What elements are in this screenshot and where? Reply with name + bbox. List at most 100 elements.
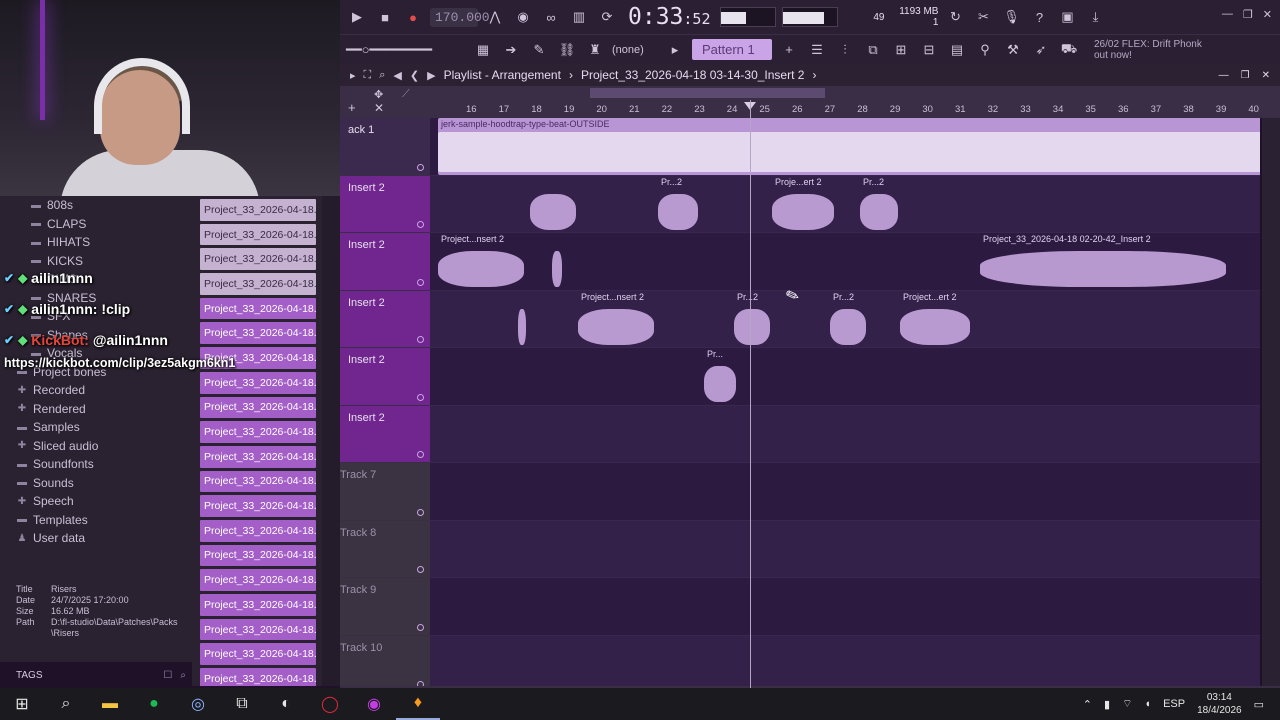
project-file-item[interactable]: Project_33_2026-04-18... (200, 421, 316, 443)
nav-right-icon[interactable]: ▶ (427, 69, 435, 82)
help-icon[interactable]: ? (1028, 6, 1050, 28)
audio-clip[interactable] (552, 233, 562, 290)
track-mute-icon[interactable] (417, 566, 424, 573)
opera-icon[interactable]: ◯ (308, 688, 352, 720)
pattern-prev-icon[interactable]: ▸ (664, 39, 686, 61)
tempo-display[interactable]: 170.000 (430, 7, 490, 27)
track-header[interactable]: Insert 2 (340, 233, 430, 291)
audio-clip[interactable]: Project_33_2026-04-18 02-20-42_Insert 2 (980, 233, 1226, 290)
pattern-selector[interactable]: (none) (612, 44, 658, 56)
track-header[interactable]: Track 9 (340, 578, 430, 636)
file-explorer-icon[interactable]: ▬ (88, 688, 132, 720)
audio-clip[interactable]: Proje...ert 2 (772, 176, 834, 233)
arrangement-lanes[interactable]: jerk-sample-hoodtrap-type-beat-OUTSIDE Pr… (430, 118, 1260, 688)
audio-clip[interactable]: Pr...2 (830, 291, 866, 348)
track-mute-icon[interactable] (417, 278, 424, 286)
nav-left-icon[interactable]: ❮ (410, 69, 419, 82)
browser-item[interactable]: ▬ 808s (0, 196, 192, 215)
project-file-item[interactable]: Project_33_2026-04-18... (200, 223, 316, 246)
track-lane[interactable] (430, 405, 1260, 463)
wait-icon[interactable]: ◉ (512, 6, 534, 28)
close-icon[interactable]: ✕ (1263, 8, 1272, 21)
browser-item[interactable]: ♟ User data (0, 529, 192, 548)
master-volume-knob-icon[interactable]: ━━○━━━━━━━━ (346, 39, 466, 61)
speaker-icon[interactable]: ◀ (393, 69, 401, 82)
browser-item[interactable]: ▬ Samples (0, 418, 192, 437)
link-icon[interactable]: ⛓ (556, 39, 578, 61)
add-pattern-icon[interactable]: + (778, 39, 800, 61)
obs-icon[interactable]: ◐ (264, 688, 308, 720)
stamp-icon[interactable]: ♜ (584, 39, 606, 61)
audio-clip[interactable] (530, 176, 576, 233)
notifications-icon[interactable]: ▭ (1254, 698, 1264, 711)
audio-clip[interactable]: jerk-sample-hoodtrap-type-beat-OUTSIDE (438, 118, 1260, 175)
pencil-icon[interactable]: ✎ (528, 39, 550, 61)
capcut-icon[interactable]: ⧉ (220, 688, 264, 720)
tray-expand-icon[interactable]: ⌃ (1083, 698, 1092, 711)
project-file-item[interactable]: Project_33_2026-04-18... (200, 519, 316, 542)
audio-clip[interactable] (518, 291, 526, 348)
track-mute-icon[interactable] (417, 508, 424, 516)
refresh-icon[interactable]: ↻ (944, 6, 966, 28)
audio-clip[interactable]: Project...ert 2 (900, 291, 970, 348)
track-header[interactable]: Track 10 (340, 635, 430, 693)
track-header[interactable]: Track 7 (340, 463, 430, 521)
track-mute-icon[interactable] (417, 221, 424, 228)
loop-region[interactable] (590, 88, 825, 98)
track-lane[interactable] (430, 463, 1260, 521)
project-file-item[interactable]: Project_33_2026-04-18... (200, 643, 316, 666)
plugin-icon[interactable]: ⊞ (890, 39, 912, 61)
minimize-icon[interactable]: — (1222, 8, 1233, 21)
piano-icon[interactable]: ▦ (472, 39, 494, 61)
track-header[interactable]: Insert 2 (340, 405, 430, 463)
tag-edit-icon[interactable]: ☐ (163, 670, 172, 681)
track-lane[interactable] (430, 578, 1260, 636)
browser-item[interactable]: ✚ Speech (0, 492, 192, 511)
project-file-item[interactable]: Project_33_2026-04-18... (200, 396, 316, 419)
track-header[interactable]: Insert 2 (340, 175, 430, 233)
step-icon[interactable]: ▥ (568, 6, 590, 28)
track-header[interactable]: ack 1 (340, 118, 430, 176)
export-icon[interactable]: ⤓ (1084, 6, 1106, 28)
play-icon[interactable]: ▶ (346, 6, 368, 28)
browser-item[interactable]: ▬ CLAPS (0, 215, 192, 234)
news-ticker[interactable]: 26/02 FLEX: Drift Phonk out now! (1094, 39, 1214, 61)
loop-icon[interactable]: ⟳ (596, 6, 618, 28)
playlist-menu-icon[interactable]: ▸ (350, 69, 356, 82)
browser-item[interactable]: ▬ HIHATS (0, 233, 192, 252)
tray-mic-icon[interactable]: ▮ (1104, 698, 1110, 711)
playlist-restore-icon[interactable]: ❐ (1241, 70, 1250, 81)
project-file-item[interactable]: Project_33_2026-04-18... (200, 544, 316, 567)
delete-track-icon[interactable]: ✕ (374, 101, 384, 115)
stop-icon[interactable]: ■ (374, 6, 396, 28)
plug-icon[interactable]: ⚲ (974, 39, 996, 61)
timeline-ruler[interactable]: 16 17 18 19 20 21 22 23 24 25 26 27 28 29 30 31 32 33 34 35… (430, 86, 1280, 118)
record-icon[interactable]: ● (402, 6, 424, 28)
fullscreen-icon[interactable]: ⛶ (364, 69, 372, 82)
audio-clip[interactable]: Pr... (704, 348, 736, 405)
browser-item[interactable]: ▬ Templates (0, 511, 192, 530)
save-icon[interactable]: ▣ (1056, 6, 1078, 28)
track-header[interactable]: Insert 2 (340, 290, 430, 348)
audio-clip[interactable]: Project...nsert 2 (578, 291, 654, 348)
channel-rack-icon[interactable]: ⫶ (834, 39, 856, 61)
restore-icon[interactable]: ❐ (1243, 8, 1253, 21)
playlist-scrollbar[interactable] (1262, 118, 1280, 688)
magnifier-icon[interactable]: ⌕ (379, 69, 385, 82)
project-file-item[interactable]: Project_33_2026-04-18... (200, 199, 316, 221)
project-file-item[interactable]: Project_33_2026-04-18... (200, 371, 316, 394)
file-icon[interactable]: ▤ (946, 39, 968, 61)
playlist-icon[interactable]: ☰ (806, 39, 828, 61)
browser-item[interactable]: ✚ Rendered (0, 400, 192, 419)
project-file-item[interactable]: Project_33_2026-04-18... (200, 445, 316, 468)
audio-clip[interactable]: Project...nsert 2 (438, 233, 524, 290)
arrow-icon[interactable]: ➔ (500, 39, 522, 61)
chat-link[interactable]: https://kickbot.com/clip/3ez5akgm6kn1 (4, 355, 344, 371)
tray-language[interactable]: ESP (1163, 698, 1185, 710)
project-file-item[interactable]: Project_33_2026-04-18... (200, 495, 316, 517)
slice-icon[interactable]: ⟋ (402, 88, 410, 101)
snap-icon[interactable]: ✥ (374, 88, 383, 101)
track-mute-icon[interactable] (417, 451, 424, 458)
project-file-item[interactable]: Project_33_2026-04-18... (200, 594, 316, 616)
project-file-item[interactable]: Project_33_2026-04-18... (200, 470, 316, 493)
